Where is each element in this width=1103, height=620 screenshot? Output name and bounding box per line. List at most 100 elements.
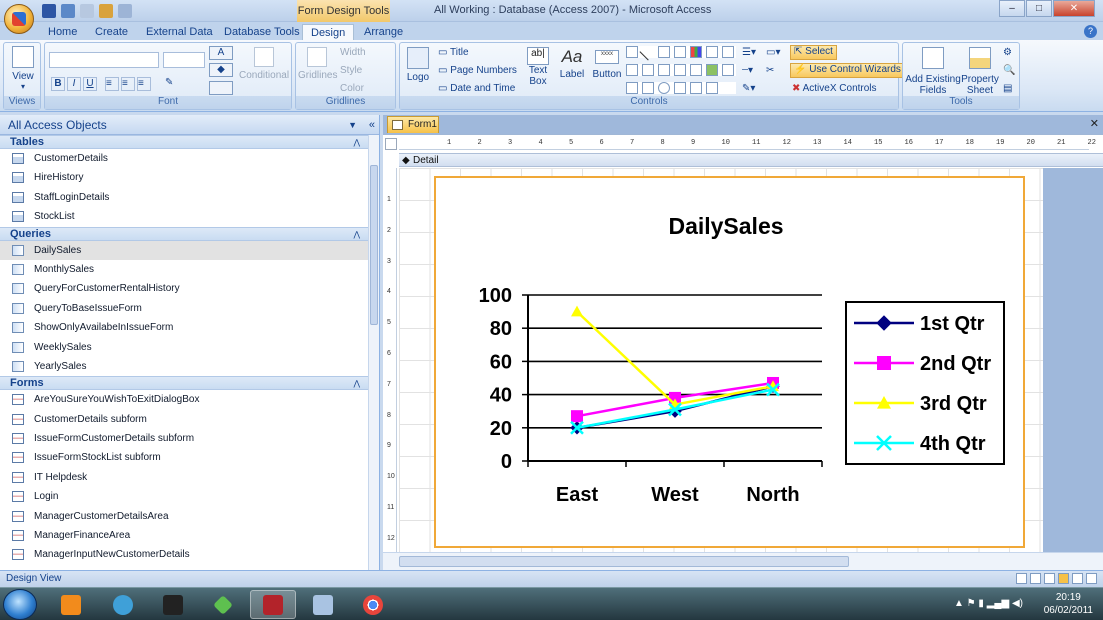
activex-controls-button[interactable]: ✖ ActiveX Controls bbox=[792, 83, 877, 94]
nav-dropdown-icon[interactable]: ▼ bbox=[348, 115, 357, 135]
nav-item[interactable]: HireHistory bbox=[0, 168, 368, 187]
fill-color-icon[interactable]: ◆ bbox=[209, 63, 233, 77]
font-size-combo[interactable] bbox=[163, 52, 205, 68]
undo-icon[interactable] bbox=[61, 4, 75, 18]
properties-icon[interactable]: ✂ bbox=[766, 65, 774, 76]
nav-item[interactable]: QueryToBaseIssueForm bbox=[0, 299, 368, 318]
battery-icon[interactable]: ▮ bbox=[978, 598, 984, 609]
bound-frame-icon[interactable] bbox=[706, 64, 718, 76]
taskbar-game[interactable] bbox=[150, 590, 196, 619]
line-icon[interactable] bbox=[639, 43, 657, 61]
use-control-wizards-button[interactable]: ⚡ Use Control Wizards bbox=[790, 63, 905, 78]
help-icon[interactable]: ? bbox=[1084, 25, 1097, 38]
nav-item[interactable]: ManagerCustomerDetailsArea bbox=[0, 507, 368, 526]
nav-item[interactable]: IT Helpdesk bbox=[0, 468, 368, 487]
collapse-section-icon[interactable]: ⋀ bbox=[353, 136, 360, 149]
nav-section-queries[interactable]: Queries ⋀ bbox=[0, 226, 368, 241]
radio-icon[interactable] bbox=[658, 82, 670, 94]
gridlines-button[interactable]: Gridlines bbox=[298, 47, 337, 81]
nav-section-tables[interactable]: Tables ⋀ bbox=[0, 135, 368, 149]
page-numbers-button[interactable]: ▭ Page Numbers bbox=[438, 65, 517, 76]
nav-scroll-thumb[interactable] bbox=[370, 165, 378, 325]
width-button[interactable]: Width bbox=[340, 47, 366, 58]
document-close-icon[interactable]: ✕ bbox=[1090, 117, 1099, 130]
nav-item[interactable]: StockList bbox=[0, 207, 368, 226]
tab-external-data[interactable]: External Data bbox=[138, 24, 221, 41]
image-frame-icon[interactable] bbox=[690, 82, 702, 94]
font-color-icon[interactable]: A bbox=[209, 46, 233, 60]
tab-database-tools[interactable]: Database Tools bbox=[216, 24, 308, 41]
text-box-button[interactable]: ab| Text Box bbox=[522, 47, 554, 87]
clock[interactable]: 20:19 06/02/2011 bbox=[1044, 591, 1093, 617]
nav-item[interactable]: QueryForCustomerRentalHistory bbox=[0, 279, 368, 298]
nav-item[interactable]: IssueFormCustomerDetails subform bbox=[0, 429, 368, 448]
nav-section-forms[interactable]: Forms ⋀ bbox=[0, 376, 368, 391]
format-painter-icon[interactable]: ✎ bbox=[165, 77, 179, 91]
tray-arrow-icon[interactable]: ▲ bbox=[954, 598, 964, 609]
nav-item[interactable]: ManagerInputNewCustomerDetails bbox=[0, 545, 368, 564]
convert-macros-icon[interactable]: ▤ bbox=[1003, 83, 1012, 94]
paperclip-icon[interactable] bbox=[706, 82, 718, 94]
nav-item[interactable]: AreYouSureYouWishToExitDialogBox bbox=[0, 390, 368, 409]
form1-tab[interactable]: Form1 bbox=[387, 116, 439, 133]
align-left-icon[interactable]: ≡ bbox=[105, 77, 119, 91]
property-sheet-button[interactable]: Property Sheet bbox=[961, 47, 999, 96]
option-group-icon[interactable] bbox=[642, 82, 654, 94]
nav-scrollbar[interactable] bbox=[368, 135, 379, 570]
title-button[interactable]: ▭ Title bbox=[438, 47, 469, 58]
tab-create[interactable]: Create bbox=[87, 24, 136, 41]
conditional-button[interactable]: Conditional bbox=[239, 47, 289, 81]
combo-box-icon[interactable] bbox=[626, 82, 638, 94]
volume-icon[interactable]: ◀) bbox=[1012, 598, 1023, 609]
nav-item[interactable]: IssueFormStockList subform bbox=[0, 448, 368, 467]
list-box-icon[interactable] bbox=[626, 64, 638, 76]
tab-home[interactable]: Home bbox=[40, 24, 85, 41]
form-selector[interactable] bbox=[385, 138, 397, 150]
collapse-section-icon[interactable]: ⋀ bbox=[353, 228, 360, 241]
nav-item[interactable]: Login bbox=[0, 487, 368, 506]
select-button[interactable]: ⇱ Select bbox=[790, 45, 837, 60]
view-code-icon[interactable]: 🔍 bbox=[1003, 65, 1015, 76]
redo-icon[interactable] bbox=[80, 4, 94, 18]
add-existing-fields-button[interactable]: Add Existing Fields bbox=[905, 47, 961, 96]
wizard-icon[interactable] bbox=[99, 4, 113, 18]
collapse-section-icon[interactable]: ⋀ bbox=[353, 377, 360, 390]
datasheet-view-icon[interactable] bbox=[1030, 573, 1041, 584]
align-center-icon[interactable]: ≡ bbox=[121, 77, 135, 91]
more-controls-icon[interactable] bbox=[722, 64, 734, 76]
align-right-icon[interactable]: ≡ bbox=[137, 77, 151, 91]
form-hscrollbar[interactable] bbox=[383, 552, 1103, 570]
layout-view-icon[interactable] bbox=[1044, 573, 1055, 584]
bold-button[interactable]: B bbox=[51, 77, 65, 91]
attachment-icon[interactable] bbox=[674, 82, 686, 94]
tab-design[interactable]: Design bbox=[302, 24, 355, 41]
network-icon[interactable]: ▂▄▆ bbox=[987, 598, 1009, 609]
pivot-chart-icon[interactable] bbox=[1086, 573, 1097, 584]
font-name-combo[interactable] bbox=[49, 52, 159, 68]
start-button[interactable] bbox=[3, 589, 37, 620]
minimize-button[interactable]: – bbox=[999, 0, 1025, 17]
subform-icon[interactable] bbox=[706, 46, 718, 58]
taskbar-calculator[interactable] bbox=[300, 590, 346, 619]
nav-item[interactable]: ManagerFinanceArea bbox=[0, 526, 368, 545]
nav-item[interactable]: YearlySales bbox=[0, 357, 368, 376]
taskbar-access[interactable] bbox=[250, 590, 296, 619]
toggle-icon[interactable] bbox=[674, 46, 686, 58]
chart-control[interactable]: DailySales 0 20 40 60 80 100 East West North 1st Q… bbox=[434, 176, 1025, 548]
nav-item[interactable]: MonthlySales bbox=[0, 260, 368, 279]
nav-item[interactable]: ShowOnlyAvailabeInIssueForm bbox=[0, 318, 368, 337]
form-hscroll-thumb[interactable] bbox=[399, 556, 849, 567]
close-button[interactable]: ✕ bbox=[1053, 0, 1095, 17]
line-color-picker-icon[interactable]: ✎▾ bbox=[742, 83, 755, 94]
line-thickness-icon[interactable]: ☰▾ bbox=[742, 47, 756, 58]
line-color-icon[interactable] bbox=[209, 81, 233, 95]
taskbar-chrome[interactable] bbox=[350, 590, 396, 619]
controls-gallery[interactable] bbox=[626, 43, 736, 100]
logo-button[interactable]: Logo bbox=[403, 47, 433, 83]
nav-item[interactable]: CustomerDetails subform bbox=[0, 410, 368, 429]
pivot-table-icon[interactable] bbox=[1072, 573, 1083, 584]
nav-header[interactable]: All Access Objects ▼ « bbox=[0, 115, 379, 135]
button-button[interactable]: xxxx Button bbox=[590, 47, 624, 80]
form-view-icon[interactable] bbox=[1016, 573, 1027, 584]
taskbar-sims[interactable] bbox=[200, 590, 246, 619]
